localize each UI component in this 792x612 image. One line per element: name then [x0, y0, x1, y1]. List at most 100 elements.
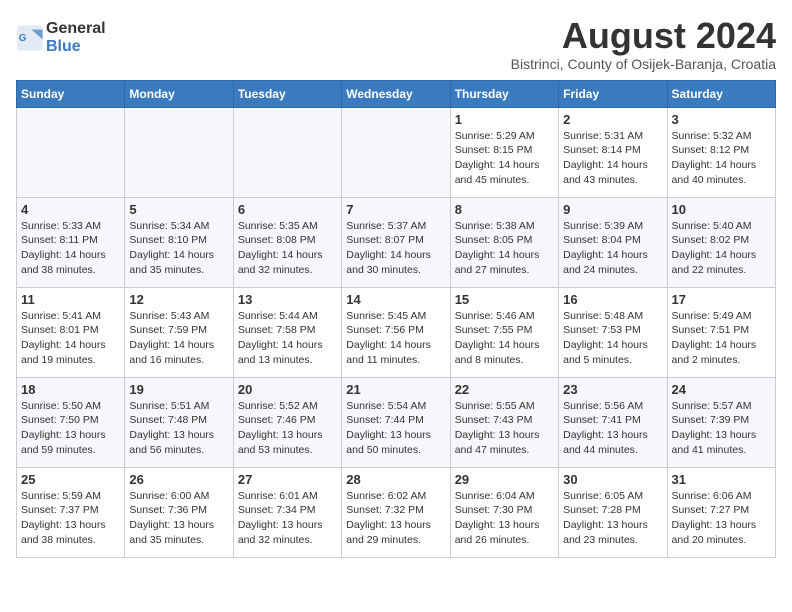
calendar-week-row: 25 Sunrise: 5:59 AMSunset: 7:37 PMDayligh… — [17, 467, 776, 557]
calendar-week-row: 1Sunrise: 5:29 AMSunset: 8:15 PMDaylight… — [17, 107, 776, 197]
day-detail: Sunrise: 5:41 AMSunset: 8:01 PMDaylight:… — [21, 309, 120, 368]
weekday-header: Thursday — [450, 80, 558, 107]
day-detail: Sunrise: 5:59 AMSunset: 7:37 PMDaylight:… — [21, 489, 120, 548]
calendar-table: SundayMondayTuesdayWednesdayThursdayFrid… — [16, 80, 776, 558]
day-number: 2 — [563, 112, 662, 127]
calendar-cell: 23Sunrise: 5:56 AMSunset: 7:41 PMDayligh… — [559, 377, 667, 467]
day-number: 11 — [21, 292, 120, 307]
title-block: August 2024 Bistrinci, County of Osijek-… — [511, 16, 776, 72]
calendar-cell: 24 Sunrise: 5:57 AMSunset: 7:39 PMDayligh… — [667, 377, 775, 467]
calendar-cell: 6Sunrise: 5:35 AMSunset: 8:08 PMDaylight… — [233, 197, 341, 287]
day-detail: Sunrise: 5:29 AMSunset: 8:15 PMDaylight:… — [455, 129, 554, 188]
day-detail: Sunrise: 5:43 AMSunset: 7:59 PMDaylight:… — [129, 309, 228, 368]
weekday-header: Monday — [125, 80, 233, 107]
calendar-cell: 16 Sunrise: 5:48 AMSunset: 7:53 PMDayligh… — [559, 287, 667, 377]
calendar-body: 1Sunrise: 5:29 AMSunset: 8:15 PMDaylight… — [17, 107, 776, 557]
calendar-cell: 13Sunrise: 5:44 AMSunset: 7:58 PMDayligh… — [233, 287, 341, 377]
calendar-cell: 9 Sunrise: 5:39 AMSunset: 8:04 PMDaylight… — [559, 197, 667, 287]
calendar-cell: 2 Sunrise: 5:31 AMSunset: 8:14 PMDaylight… — [559, 107, 667, 197]
day-detail: Sunrise: 5:31 AMSunset: 8:14 PMDaylight:… — [563, 129, 662, 188]
calendar-week-row: 18 Sunrise: 5:50 AMSunset: 7:50 PMDayligh… — [17, 377, 776, 467]
location-subtitle: Bistrinci, County of Osijek-Baranja, Cro… — [511, 56, 776, 72]
calendar-cell: 28 Sunrise: 6:02 AMSunset: 7:32 PMDayligh… — [342, 467, 450, 557]
calendar-cell: 3 Sunrise: 5:32 AMSunset: 8:12 PMDaylight… — [667, 107, 775, 197]
day-number: 22 — [455, 382, 554, 397]
weekday-header: Sunday — [17, 80, 125, 107]
calendar-cell: 21Sunrise: 5:54 AMSunset: 7:44 PMDayligh… — [342, 377, 450, 467]
calendar-cell — [342, 107, 450, 197]
day-detail: Sunrise: 5:54 AMSunset: 7:44 PMDaylight:… — [346, 399, 445, 458]
day-number: 4 — [21, 202, 120, 217]
day-detail: Sunrise: 5:57 AMSunset: 7:39 PMDaylight:… — [672, 399, 771, 458]
page-header: G General Blue August 2024 Bistrinci, Co… — [16, 16, 776, 72]
calendar-cell — [125, 107, 233, 197]
day-detail: Sunrise: 6:00 AMSunset: 7:36 PMDaylight:… — [129, 489, 228, 548]
calendar-cell: 30 Sunrise: 6:05 AMSunset: 7:28 PMDayligh… — [559, 467, 667, 557]
calendar-week-row: 4 Sunrise: 5:33 AMSunset: 8:11 PMDaylight… — [17, 197, 776, 287]
calendar-cell: 14 Sunrise: 5:45 AMSunset: 7:56 PMDayligh… — [342, 287, 450, 377]
day-number: 26 — [129, 472, 228, 487]
logo-icon: G — [16, 24, 44, 52]
calendar-cell: 11 Sunrise: 5:41 AMSunset: 8:01 PMDayligh… — [17, 287, 125, 377]
day-number: 24 — [672, 382, 771, 397]
day-detail: Sunrise: 5:50 AMSunset: 7:50 PMDaylight:… — [21, 399, 120, 458]
calendar-cell: 29Sunrise: 6:04 AMSunset: 7:30 PMDayligh… — [450, 467, 558, 557]
calendar-cell: 1Sunrise: 5:29 AMSunset: 8:15 PMDaylight… — [450, 107, 558, 197]
day-number: 14 — [346, 292, 445, 307]
day-detail: Sunrise: 5:48 AMSunset: 7:53 PMDaylight:… — [563, 309, 662, 368]
month-year: August 2024 — [511, 16, 776, 56]
weekday-header: Wednesday — [342, 80, 450, 107]
day-number: 25 — [21, 472, 120, 487]
day-detail: Sunrise: 6:02 AMSunset: 7:32 PMDaylight:… — [346, 489, 445, 548]
day-number: 18 — [21, 382, 120, 397]
day-detail: Sunrise: 5:49 AMSunset: 7:51 PMDaylight:… — [672, 309, 771, 368]
day-detail: Sunrise: 5:37 AMSunset: 8:07 PMDaylight:… — [346, 219, 445, 278]
calendar-cell: 18 Sunrise: 5:50 AMSunset: 7:50 PMDayligh… — [17, 377, 125, 467]
day-number: 27 — [238, 472, 337, 487]
day-detail: Sunrise: 5:46 AMSunset: 7:55 PMDaylight:… — [455, 309, 554, 368]
day-detail: Sunrise: 5:51 AMSunset: 7:48 PMDaylight:… — [129, 399, 228, 458]
day-number: 8 — [455, 202, 554, 217]
calendar-cell: 31Sunrise: 6:06 AMSunset: 7:27 PMDayligh… — [667, 467, 775, 557]
day-detail: Sunrise: 5:39 AMSunset: 8:04 PMDaylight:… — [563, 219, 662, 278]
day-number: 28 — [346, 472, 445, 487]
day-number: 13 — [238, 292, 337, 307]
calendar-cell: 26 Sunrise: 6:00 AMSunset: 7:36 PMDayligh… — [125, 467, 233, 557]
day-number: 17 — [672, 292, 771, 307]
day-number: 30 — [563, 472, 662, 487]
day-detail: Sunrise: 5:33 AMSunset: 8:11 PMDaylight:… — [21, 219, 120, 278]
day-detail: Sunrise: 5:52 AMSunset: 7:46 PMDaylight:… — [238, 399, 337, 458]
day-number: 5 — [129, 202, 228, 217]
calendar-cell: 17 Sunrise: 5:49 AMSunset: 7:51 PMDayligh… — [667, 287, 775, 377]
day-number: 9 — [563, 202, 662, 217]
calendar-cell — [17, 107, 125, 197]
day-detail: Sunrise: 5:40 AMSunset: 8:02 PMDaylight:… — [672, 219, 771, 278]
calendar-cell: 19 Sunrise: 5:51 AMSunset: 7:48 PMDayligh… — [125, 377, 233, 467]
day-number: 15 — [455, 292, 554, 307]
calendar-cell: 10Sunrise: 5:40 AMSunset: 8:02 PMDayligh… — [667, 197, 775, 287]
calendar-cell: 8Sunrise: 5:38 AMSunset: 8:05 PMDaylight… — [450, 197, 558, 287]
day-detail: Sunrise: 5:35 AMSunset: 8:08 PMDaylight:… — [238, 219, 337, 278]
weekday-header: Tuesday — [233, 80, 341, 107]
day-detail: Sunrise: 5:45 AMSunset: 7:56 PMDaylight:… — [346, 309, 445, 368]
calendar-week-row: 11 Sunrise: 5:41 AMSunset: 8:01 PMDayligh… — [17, 287, 776, 377]
day-number: 19 — [129, 382, 228, 397]
logo: G General Blue — [16, 20, 106, 55]
day-detail: Sunrise: 5:32 AMSunset: 8:12 PMDaylight:… — [672, 129, 771, 188]
day-number: 7 — [346, 202, 445, 217]
day-detail: Sunrise: 6:05 AMSunset: 7:28 PMDaylight:… — [563, 489, 662, 548]
svg-text:G: G — [19, 32, 27, 43]
calendar-cell: 5Sunrise: 5:34 AMSunset: 8:10 PMDaylight… — [125, 197, 233, 287]
day-detail: Sunrise: 5:55 AMSunset: 7:43 PMDaylight:… — [455, 399, 554, 458]
calendar-cell: 7 Sunrise: 5:37 AMSunset: 8:07 PMDaylight… — [342, 197, 450, 287]
calendar-cell — [233, 107, 341, 197]
calendar-header: SundayMondayTuesdayWednesdayThursdayFrid… — [17, 80, 776, 107]
day-number: 12 — [129, 292, 228, 307]
day-number: 31 — [672, 472, 771, 487]
calendar-cell: 20Sunrise: 5:52 AMSunset: 7:46 PMDayligh… — [233, 377, 341, 467]
day-detail: Sunrise: 6:04 AMSunset: 7:30 PMDaylight:… — [455, 489, 554, 548]
logo-blue: Blue — [46, 38, 81, 55]
calendar-cell: 27Sunrise: 6:01 AMSunset: 7:34 PMDayligh… — [233, 467, 341, 557]
day-number: 3 — [672, 112, 771, 127]
day-number: 16 — [563, 292, 662, 307]
